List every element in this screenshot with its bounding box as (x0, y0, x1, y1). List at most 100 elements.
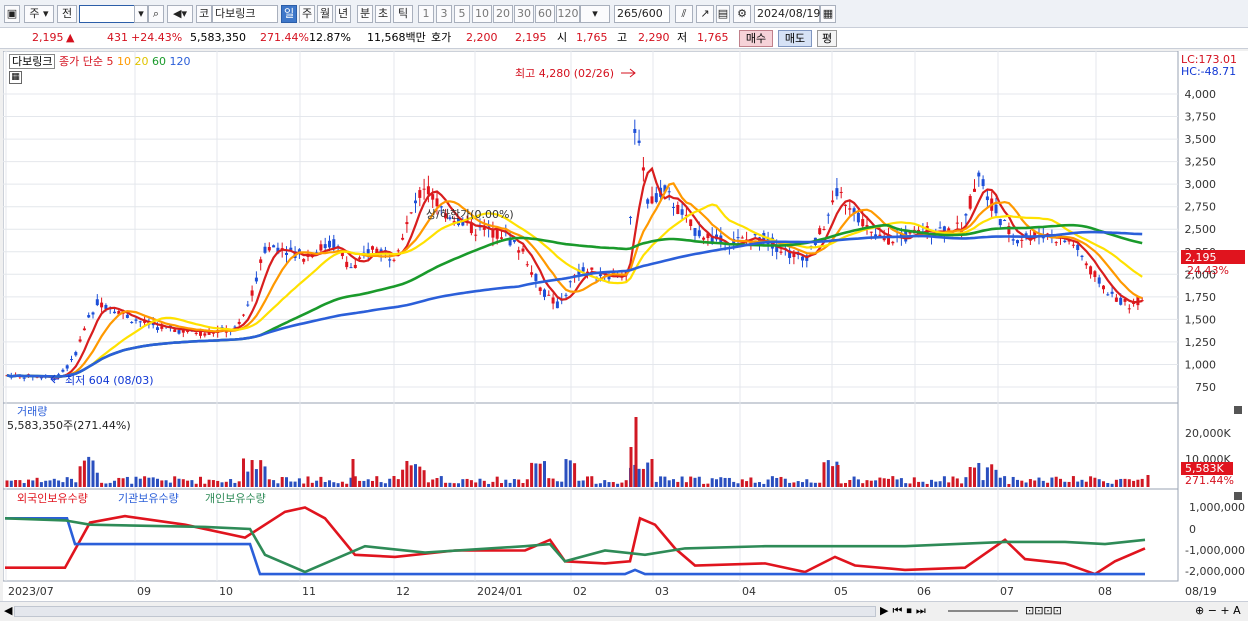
volume-bar (878, 477, 882, 487)
price-tick-label: 3,000 (1185, 178, 1217, 191)
zoom-slider[interactable] (948, 610, 1018, 612)
candle-body (65, 365, 69, 369)
search-icon[interactable]: ⌕ (148, 5, 164, 23)
volume-bar (788, 482, 792, 487)
candle-body (581, 267, 585, 272)
candle-body (250, 290, 254, 296)
volume-bar (57, 480, 61, 487)
high-label: 고 (617, 31, 628, 44)
volume-bar (87, 456, 91, 487)
chart-area[interactable]: 4,0003,7503,5003,2503,0002,7502,5002,250… (3, 51, 1248, 621)
candle-body (130, 322, 134, 324)
interval-120[interactable]: 120 (556, 5, 580, 23)
volume-bar (229, 479, 233, 487)
volume-bar (689, 476, 693, 487)
table-icon[interactable]: ▦ (9, 71, 22, 84)
interval-30[interactable]: 30 (514, 5, 534, 23)
calendar-icon[interactable]: ▦ (820, 5, 836, 23)
date-tick-label: 04 (742, 585, 756, 598)
volume-bar (809, 482, 813, 487)
layout-icon[interactable]: ▣ (4, 5, 20, 23)
volume-bar (414, 464, 417, 487)
zoom-icons[interactable]: ⊕ − + A (1195, 604, 1241, 617)
candle-body (534, 273, 538, 281)
tab-day[interactable]: 일 (281, 5, 297, 23)
speaker-icon[interactable]: ◀▾ (167, 5, 193, 23)
volume-bar (61, 482, 65, 487)
volume-bar (676, 481, 680, 487)
tab-tick[interactable]: 틱 (393, 5, 413, 23)
volume-bar (121, 478, 125, 487)
stock-label[interactable]: 다보링크 (9, 54, 56, 69)
candle-body (1016, 240, 1019, 244)
pane-close-icon[interactable] (1234, 406, 1242, 414)
price-legend: 다보링크 종가 단순 5 10 20 60 120 (9, 53, 190, 69)
market-dropdown[interactable]: 주 ▾ (24, 5, 54, 23)
ask-label: 호가 (431, 31, 452, 44)
save-icon[interactable]: ▤ (716, 5, 730, 23)
high-price: 2,290 (638, 31, 670, 44)
volume-bar (581, 480, 585, 487)
interval-10[interactable]: 10 (472, 5, 492, 23)
volume-bar (530, 462, 534, 487)
candle-body (680, 209, 684, 215)
volume-bar (947, 482, 951, 487)
candle-body (1114, 297, 1118, 302)
date-tick-label: 06 (917, 585, 931, 598)
pane-close-icon-2[interactable] (1234, 492, 1242, 500)
volume-bar (293, 481, 297, 487)
volume-bar (82, 460, 86, 487)
interval-20[interactable]: 20 (493, 5, 513, 23)
count-field[interactable]: 265/600 (614, 5, 670, 23)
volume-bar (1089, 476, 1093, 487)
price-tick-label: 1,250 (1185, 336, 1217, 349)
volume-bar (482, 480, 486, 487)
tab-minute[interactable]: 분 (357, 5, 373, 23)
date-tick-label: 2024/01 (477, 585, 523, 598)
volume-bar (143, 476, 147, 487)
interval-1[interactable]: 1 (418, 5, 434, 23)
interval-dropdown-icon[interactable]: ▾ (580, 5, 610, 23)
date-field[interactable]: 2024/08/19 (754, 5, 820, 23)
sell-button[interactable]: 매도 (778, 30, 812, 47)
volume-bar (590, 476, 594, 487)
candle-body (1089, 266, 1093, 275)
date-tick-label: 09 (137, 585, 151, 598)
scroll-left-icon[interactable]: ◀ (4, 604, 12, 617)
gear-icon[interactable]: ⚙ (733, 5, 751, 23)
prev-button[interactable]: 전 (57, 5, 77, 23)
date-tick-label: 03 (655, 585, 669, 598)
volume-bar (332, 482, 336, 487)
buy-button[interactable]: 매수 (739, 30, 773, 47)
foreign-holder-label: 외국인보유수량 (17, 492, 88, 505)
candle-body (414, 200, 417, 204)
tab-year[interactable]: 년 (335, 5, 351, 23)
tab-month[interactable]: 월 (317, 5, 333, 23)
draw-icon[interactable]: ↗ (696, 5, 714, 23)
zoom-tools-icon[interactable]: ⊡⊡⊡⊡ (1025, 604, 1062, 617)
date-tick-label: 02 (573, 585, 587, 598)
volume-bar (297, 478, 301, 487)
code-input[interactable]: 340360 (79, 5, 135, 23)
interval-3[interactable]: 3 (436, 5, 452, 23)
playback-controls[interactable]: ▶⏮⏹⏭ (880, 604, 930, 618)
volume-bar (186, 480, 190, 487)
tab-second[interactable]: 초 (375, 5, 391, 23)
ma-label[interactable]: 종가 단순 (59, 55, 103, 68)
interval-5[interactable]: 5 (454, 5, 470, 23)
code-dropdown-icon[interactable]: ▾ (134, 5, 148, 23)
tab-week[interactable]: 주 (299, 5, 315, 23)
stock-chart[interactable]: 4,0003,7503,5003,2503,0002,7502,5002,250… (3, 51, 1248, 601)
horizontal-scrollbar[interactable] (14, 606, 876, 617)
individual-holder-label: 개인보유수량 (205, 492, 266, 505)
volume-bar (444, 482, 448, 487)
volume-bar (1123, 478, 1127, 487)
stock-name-field[interactable]: 다보링크 (212, 5, 278, 23)
average-button[interactable]: 평 (817, 30, 837, 47)
volume-summary: 5,583,350주(271.44%) (7, 419, 131, 432)
candle-body (547, 294, 551, 296)
volume-bar (113, 480, 116, 487)
candle-icon[interactable]: ⫽ (675, 5, 693, 23)
interval-60[interactable]: 60 (535, 5, 555, 23)
kind-button[interactable]: 코 (196, 5, 212, 23)
